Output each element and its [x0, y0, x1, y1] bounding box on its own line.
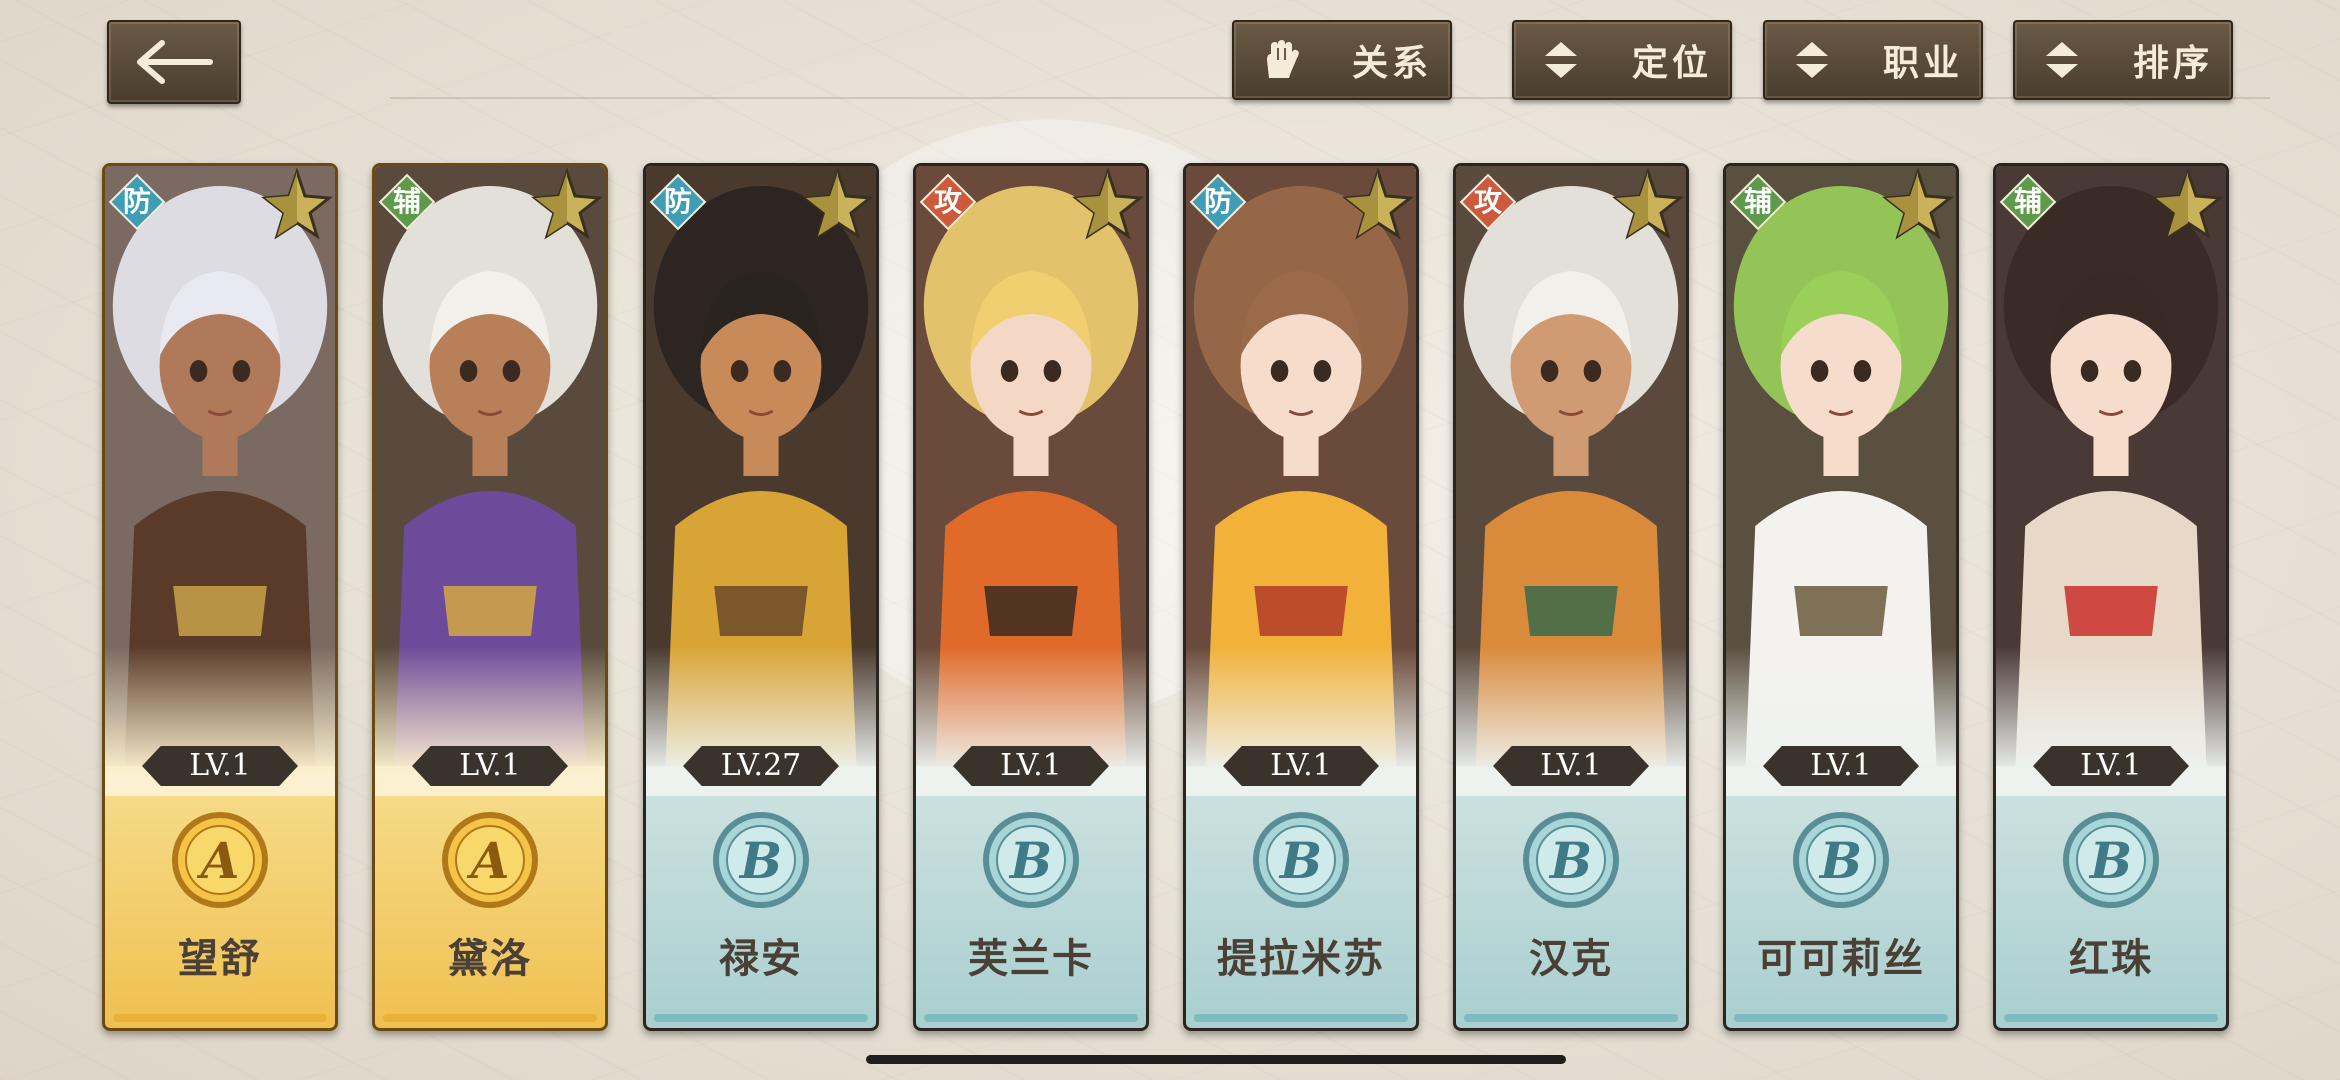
character-card[interactable]: 攻 LV.1 B 芙兰卡 [913, 163, 1149, 1031]
character-card[interactable]: 辅 LV.1 B 可可莉丝 [1723, 163, 1959, 1031]
character-name: 望舒 [178, 935, 262, 982]
relation-filter-button[interactable]: 关系 [1232, 20, 1452, 100]
star-icon [531, 167, 603, 240]
home-indicator[interactable] [866, 1055, 1566, 1064]
rank-letter: A [467, 831, 510, 890]
role-badge: 防 [649, 173, 707, 231]
star-icon [1882, 167, 1954, 240]
position-filter-button[interactable]: 定位 [1512, 20, 1732, 100]
arrow-left-icon [137, 40, 213, 84]
rank-letter: B [1008, 831, 1052, 890]
rank-letter: B [738, 831, 782, 890]
rarity-bar [2004, 1014, 2218, 1022]
sort-updown-icon [1787, 35, 1837, 85]
role-label: 辅 [1743, 185, 1772, 218]
character-name: 黛洛 [448, 935, 532, 982]
star-icon [1072, 167, 1144, 240]
rarity-bar [1194, 1014, 1408, 1022]
role-label: 辅 [392, 185, 421, 218]
role-label: 辅 [2013, 185, 2042, 218]
position-label: 定位 [1631, 42, 1712, 84]
role-label: 防 [1203, 185, 1232, 218]
class-label: 职业 [1882, 42, 1963, 84]
sort-updown-icon [2037, 35, 2087, 85]
role-badge: 防 [1189, 173, 1247, 231]
character-card[interactable]: 防 LV.27 B 禄安 [643, 163, 879, 1031]
character-card[interactable]: 攻 LV.1 B 汉克 [1453, 163, 1689, 1031]
relation-label: 关系 [1351, 42, 1432, 84]
role-label: 攻 [1473, 185, 1502, 218]
sort-updown-icon [1536, 35, 1586, 85]
rarity-bar [113, 1014, 327, 1022]
rank-letter: A [197, 831, 240, 890]
star-icon [261, 167, 333, 240]
star-icon [802, 167, 874, 240]
character-name: 汉克 [1529, 935, 1613, 982]
character-name: 芙兰卡 [968, 935, 1094, 982]
role-badge: 辅 [378, 173, 436, 231]
star-icon [1612, 167, 1684, 240]
rank-medal-icon: B [1789, 808, 1893, 912]
star-icon [1342, 167, 1414, 240]
rarity-bar [383, 1014, 597, 1022]
glove-icon [1256, 35, 1306, 85]
role-badge: 攻 [919, 173, 977, 231]
character-name: 提拉米苏 [1217, 935, 1385, 982]
role-label: 防 [663, 185, 692, 218]
rarity-bar [1734, 1014, 1948, 1022]
character-name: 禄安 [719, 935, 803, 982]
character-name: 红珠 [2069, 935, 2153, 982]
rank-letter: B [1818, 831, 1862, 890]
sort-button[interactable]: 排序 [2013, 20, 2233, 100]
rarity-bar [654, 1014, 868, 1022]
class-filter-button[interactable]: 职业 [1763, 20, 1983, 100]
role-label: 攻 [933, 185, 962, 218]
role-badge: 辅 [1729, 173, 1787, 231]
level-badge: LV.1 [953, 746, 1109, 786]
rank-medal-icon: B [1519, 808, 1623, 912]
back-button[interactable] [107, 20, 241, 104]
level-badge: LV.1 [1493, 746, 1649, 786]
character-card[interactable]: 防 LV.1 B 提拉米苏 [1183, 163, 1419, 1031]
level-badge: LV.27 [683, 746, 839, 786]
role-badge: 攻 [1459, 173, 1517, 231]
character-card[interactable]: 防 LV.1 A 望舒 [102, 163, 338, 1031]
role-badge: 辅 [1999, 173, 2057, 231]
level-badge: LV.1 [1223, 746, 1379, 786]
rarity-bar [924, 1014, 1138, 1022]
level-badge: LV.1 [412, 746, 568, 786]
background [0, 0, 2340, 1080]
rank-medal-icon: A [168, 808, 272, 912]
role-badge: 防 [108, 173, 166, 231]
rank-medal-icon: B [1249, 808, 1353, 912]
rarity-bar [1464, 1014, 1678, 1022]
rank-medal-icon: B [2059, 808, 2163, 912]
level-badge: LV.1 [142, 746, 298, 786]
character-card[interactable]: 辅 LV.1 B 红珠 [1993, 163, 2229, 1031]
star-icon [2152, 167, 2224, 240]
rank-medal-icon: B [979, 808, 1083, 912]
sort-label: 排序 [2132, 42, 2213, 84]
rank-letter: B [1548, 831, 1592, 890]
rank-medal-icon: B [709, 808, 813, 912]
character-name: 可可莉丝 [1757, 935, 1925, 982]
level-badge: LV.1 [1763, 746, 1919, 786]
rank-letter: B [1278, 831, 1322, 890]
character-card[interactable]: 辅 LV.1 A 黛洛 [372, 163, 608, 1031]
rank-medal-icon: A [438, 808, 542, 912]
level-badge: LV.1 [2033, 746, 2189, 786]
role-label: 防 [122, 185, 151, 218]
rank-letter: B [2088, 831, 2132, 890]
